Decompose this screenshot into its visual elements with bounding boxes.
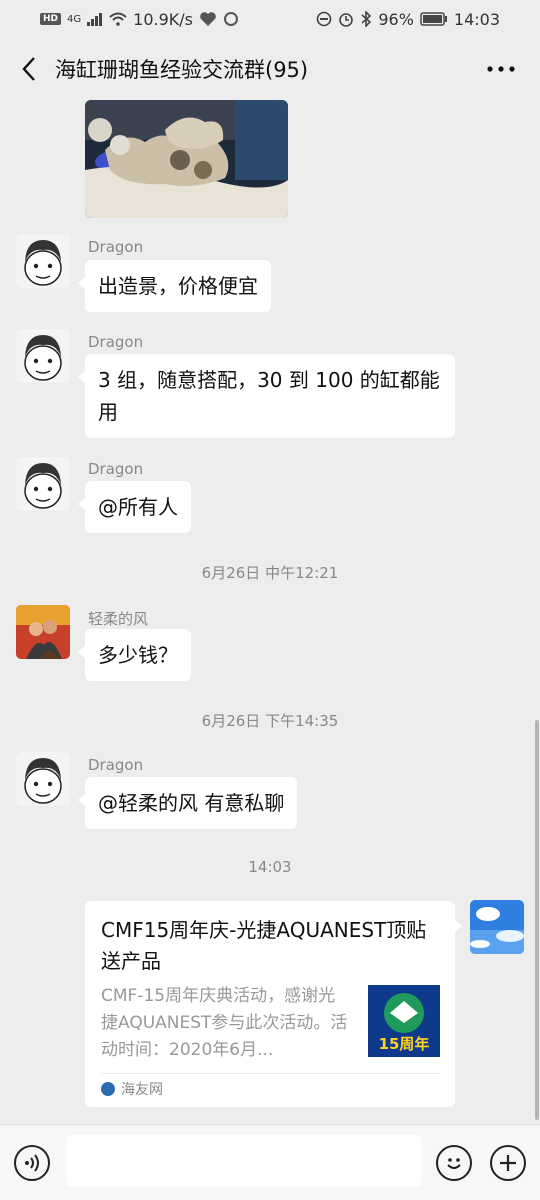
clock: 14:03 bbox=[453, 9, 500, 29]
battery-percent: 96% bbox=[378, 9, 414, 29]
message-bubble[interactable]: @轻柔的风 有意私聊 bbox=[77, 777, 298, 829]
plus-icon bbox=[500, 1155, 516, 1171]
sender-name: Dragon bbox=[88, 756, 144, 774]
cartoon-boy-avatar bbox=[16, 329, 70, 383]
sender-name: Dragon bbox=[88, 333, 144, 351]
sender-name: Dragon bbox=[88, 460, 144, 478]
more-button[interactable] bbox=[484, 52, 518, 86]
self-avatar[interactable] bbox=[470, 900, 524, 954]
source-logo-icon bbox=[101, 1082, 115, 1096]
emoji-button[interactable] bbox=[436, 1145, 472, 1181]
card-thumbnail: 15周年 bbox=[368, 985, 440, 1057]
status-right: 96% 14:03 bbox=[316, 10, 500, 29]
message-bubble[interactable]: 多少钱？ bbox=[78, 629, 191, 681]
aquarium-rock-photo bbox=[85, 100, 288, 218]
chat-header: 海缸珊瑚鱼经验交流群(95) bbox=[0, 38, 540, 100]
thumb-text: 15周年 bbox=[379, 1035, 430, 1053]
network-badge: 4G bbox=[67, 13, 82, 25]
chevron-left-icon bbox=[22, 57, 35, 81]
couple-photo-avatar bbox=[16, 605, 70, 659]
hd-badge: HD bbox=[40, 13, 62, 25]
link-card-message[interactable]: CMF15周年庆-光捷AQUANEST顶贴送产品 CMF-15周年庆典活动，感谢… bbox=[85, 901, 462, 1107]
signal-icon bbox=[87, 13, 103, 26]
status-bar: HD 4G 10.9K/s 96% 14:03 bbox=[0, 0, 540, 38]
avatar[interactable] bbox=[16, 234, 70, 288]
timestamp: 6月26日 下午14:35 bbox=[201, 712, 339, 730]
sky-clouds-avatar bbox=[470, 900, 524, 954]
message-bubble[interactable]: 3 组，随意搭配，30 到 100 的缸都能用 bbox=[78, 354, 455, 438]
plus-button[interactable] bbox=[490, 1145, 526, 1181]
image-message[interactable] bbox=[85, 100, 288, 218]
bluetooth-icon bbox=[361, 11, 372, 27]
heart-rate-icon bbox=[200, 12, 216, 26]
cartoon-boy-avatar bbox=[16, 457, 70, 511]
status-left: HD 4G 10.9K/s bbox=[40, 10, 239, 29]
back-button[interactable] bbox=[14, 52, 44, 86]
source-name: 海友网 bbox=[121, 1082, 163, 1098]
message-input[interactable] bbox=[66, 1135, 422, 1187]
sender-name: Dragon bbox=[88, 238, 144, 256]
network-speed: 10.9K/s bbox=[133, 9, 193, 29]
avatar[interactable] bbox=[16, 605, 70, 659]
timestamp: 14:03 bbox=[248, 858, 292, 876]
cartoon-boy-avatar bbox=[16, 752, 70, 806]
input-bar bbox=[0, 1124, 540, 1200]
timestamp: 6月26日 中午12:21 bbox=[201, 564, 339, 582]
voice-icon bbox=[25, 1154, 39, 1172]
chat-title: 海缸珊瑚鱼经验交流群(95) bbox=[55, 58, 309, 82]
message-bubble[interactable]: @所有人 bbox=[78, 481, 191, 533]
card-title: CMF15周年庆-光捷AQUANEST顶贴送产品 bbox=[101, 918, 427, 973]
avatar[interactable] bbox=[16, 329, 70, 383]
message-bubble[interactable]: 出造景，价格便宜 bbox=[78, 260, 271, 312]
sync-icon bbox=[223, 12, 238, 26]
alarm-icon bbox=[339, 13, 354, 27]
dnd-icon bbox=[317, 11, 332, 27]
anniversary-logo-thumbnail: 15周年 bbox=[368, 985, 440, 1057]
emoji-icon bbox=[447, 1158, 461, 1169]
wifi-icon bbox=[109, 12, 127, 26]
avatar[interactable] bbox=[16, 457, 70, 511]
card-description: CMF-15周年庆典活动，感谢光捷AQUANEST参与此次活动。活动时间：202… bbox=[101, 986, 348, 1060]
avatar[interactable] bbox=[16, 752, 70, 806]
card-divider bbox=[101, 1073, 441, 1074]
voice-button[interactable] bbox=[14, 1145, 50, 1181]
card-source: 海友网 bbox=[101, 1079, 163, 1099]
battery-icon bbox=[420, 12, 447, 26]
more-dots-icon bbox=[487, 66, 515, 72]
sender-name: 轻柔的风 bbox=[88, 610, 149, 628]
cartoon-boy-avatar bbox=[16, 234, 70, 288]
scrollbar[interactable] bbox=[535, 720, 539, 1120]
